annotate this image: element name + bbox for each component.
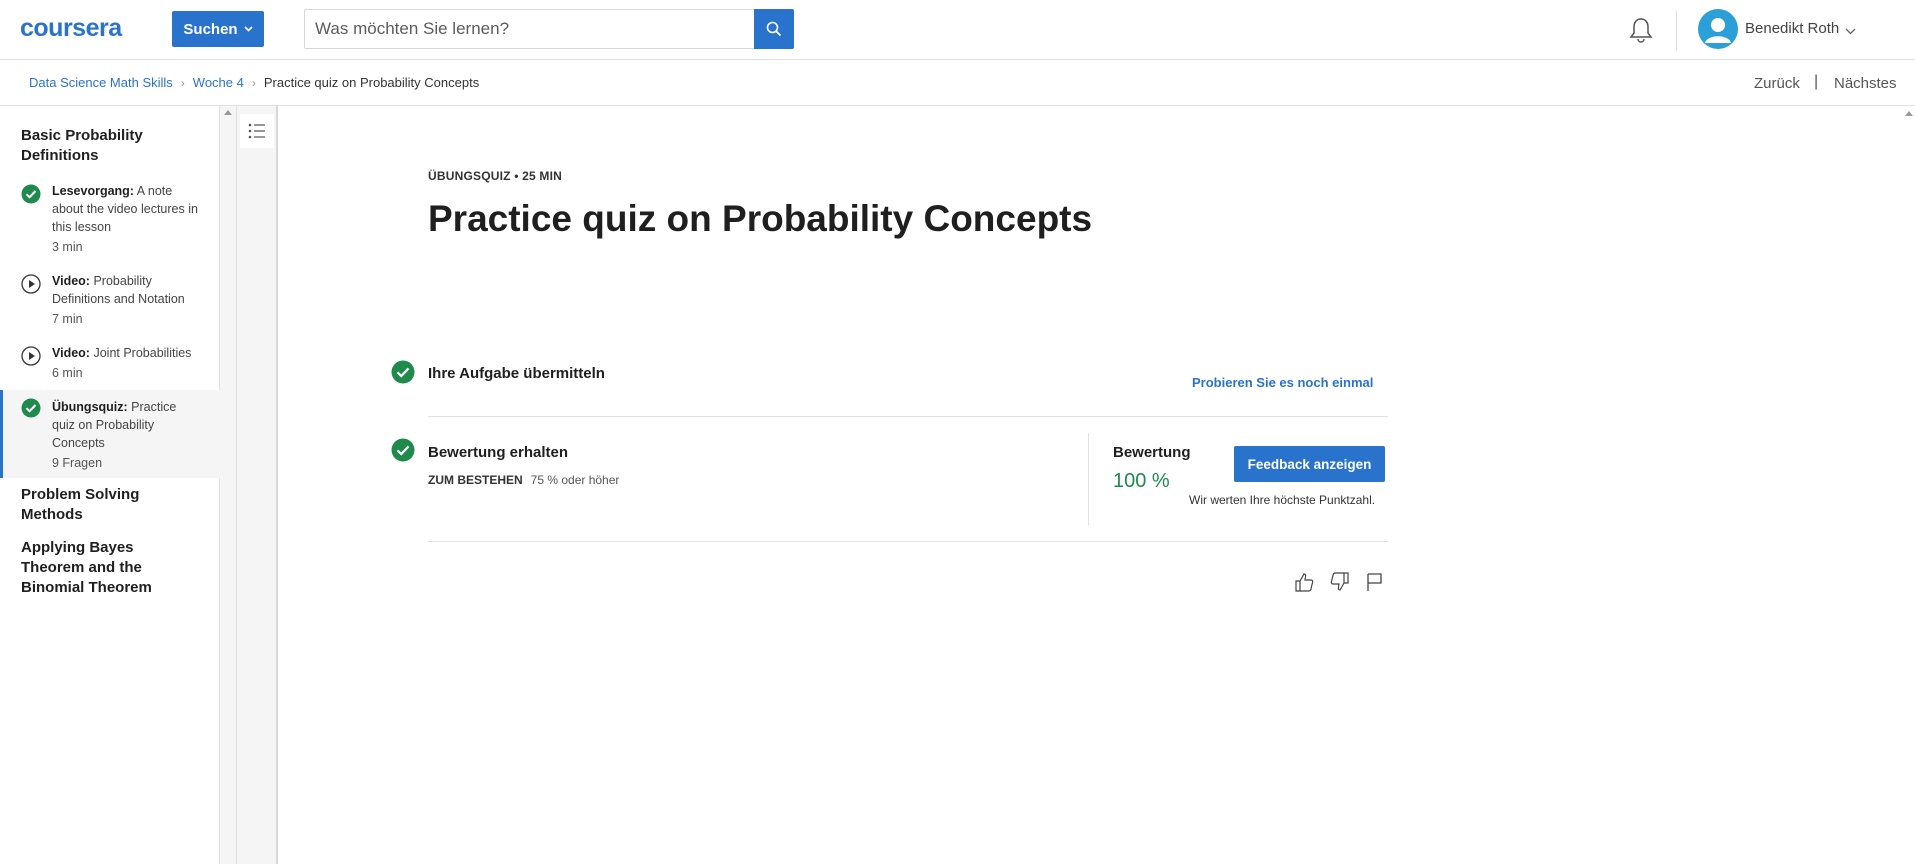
coursera-logo[interactable]: coursera bbox=[20, 14, 122, 43]
breadcrumb-bar: Data Science Math Skills › Woche 4 › Pra… bbox=[0, 60, 1915, 106]
explore-button[interactable]: Suchen bbox=[172, 11, 264, 47]
check-circle-icon bbox=[391, 438, 415, 462]
item-duration: 3 min bbox=[52, 240, 83, 254]
module-title[interactable]: Applying Bayes Theorem and the Binomial … bbox=[21, 538, 201, 598]
breadcrumb: Data Science Math Skills › Woche 4 › Pra… bbox=[29, 75, 479, 90]
breadcrumb-course[interactable]: Data Science Math Skills bbox=[29, 75, 173, 90]
search-icon bbox=[766, 21, 782, 37]
scroll-up-icon[interactable] bbox=[1905, 111, 1913, 116]
item-duration: 9 Fragen bbox=[52, 456, 103, 470]
search-submit-button[interactable] bbox=[754, 9, 794, 49]
module-title[interactable]: Problem Solving Methods bbox=[21, 485, 201, 525]
passing-requirement: ZUM BESTEHEN 75 % oder höher bbox=[428, 473, 619, 487]
user-name[interactable]: Benedikt Roth bbox=[1745, 20, 1839, 37]
item-duration: 6 min bbox=[52, 366, 83, 380]
grade-label: Bewertung bbox=[1113, 444, 1191, 461]
bell-icon[interactable] bbox=[1628, 16, 1654, 44]
grade-step-label: Bewertung erhalten bbox=[428, 444, 569, 461]
retry-link[interactable]: Probieren Sie es noch einmal bbox=[1192, 375, 1373, 390]
page-title: Practice quiz on Probability Concepts bbox=[428, 198, 1093, 239]
item-type: Video: bbox=[52, 274, 90, 288]
sidebar-item-text: Video: Joint Probabilities 6 min bbox=[52, 344, 202, 382]
sidebar-item-video[interactable]: Video: Probability Definitions and Notat… bbox=[0, 272, 220, 326]
divider bbox=[428, 541, 1388, 542]
chevron-down-icon bbox=[244, 24, 253, 35]
top-header: coursera Suchen Benedikt Roth bbox=[0, 0, 1915, 60]
next-button[interactable]: Nächstes bbox=[1834, 75, 1897, 92]
item-type: Übungsquiz: bbox=[52, 400, 128, 414]
toc-toggle-column bbox=[237, 106, 278, 864]
avatar[interactable] bbox=[1698, 9, 1738, 49]
explore-button-label: Suchen bbox=[183, 20, 238, 38]
check-circle-icon bbox=[21, 398, 41, 418]
chevron-down-icon[interactable] bbox=[1845, 22, 1856, 40]
pass-label: ZUM BESTEHEN bbox=[428, 473, 523, 487]
main-scrollbar[interactable] bbox=[1902, 106, 1915, 864]
sidebar-item-video[interactable]: Video: Joint Probabilities 6 min bbox=[0, 344, 220, 380]
chevron-right-icon: › bbox=[180, 75, 185, 90]
breadcrumb-current: Practice quiz on Probability Concepts bbox=[263, 75, 480, 90]
header-divider bbox=[1676, 10, 1677, 50]
nav-separator: | bbox=[1814, 73, 1819, 90]
item-type: Lesevorgang: bbox=[52, 184, 134, 198]
item-type: Video: bbox=[52, 346, 90, 360]
sidebar-item-quiz-active[interactable]: Übungsquiz: Practice quiz on Probability… bbox=[0, 390, 220, 478]
grade-value: 100 % bbox=[1113, 470, 1170, 492]
submit-step-label: Ihre Aufgabe übermitteln bbox=[428, 365, 605, 382]
sidebar-item-text: Lesevorgang: A note about the video lect… bbox=[52, 182, 202, 256]
play-circle-icon bbox=[21, 346, 41, 366]
chevron-right-icon: › bbox=[251, 75, 256, 90]
flag-icon[interactable] bbox=[1364, 571, 1386, 593]
play-circle-icon bbox=[21, 274, 41, 294]
check-circle-icon bbox=[21, 184, 41, 204]
pass-value: 75 % oder höher bbox=[530, 473, 620, 487]
previous-button[interactable]: Zurück bbox=[1754, 75, 1800, 92]
thumbs-down-icon[interactable] bbox=[1329, 571, 1351, 593]
view-feedback-button[interactable]: Feedback anzeigen bbox=[1234, 446, 1385, 482]
item-title: Joint Probabilities bbox=[93, 346, 192, 360]
search-input[interactable] bbox=[305, 10, 755, 48]
divider bbox=[428, 416, 1388, 417]
vertical-divider bbox=[1088, 433, 1089, 525]
item-duration: 7 min bbox=[52, 312, 83, 326]
grade-note: Wir werten Ihre höchste Punktzahl. bbox=[1189, 493, 1376, 507]
sidebar-item-text: Übungsquiz: Practice quiz on Probability… bbox=[52, 398, 202, 472]
quiz-eyebrow: ÜBUNGSQUIZ • 25 MIN bbox=[428, 169, 563, 183]
breadcrumb-week[interactable]: Woche 4 bbox=[193, 75, 244, 90]
module-title[interactable]: Basic Probability Definitions bbox=[21, 126, 201, 166]
scroll-up-icon[interactable] bbox=[224, 110, 232, 115]
thumbs-up-icon[interactable] bbox=[1293, 571, 1315, 593]
sidebar-item-reading[interactable]: Lesevorgang: A note about the video lect… bbox=[0, 182, 220, 254]
toc-toggle-button[interactable] bbox=[240, 114, 274, 148]
sidebar-item-text: Video: Probability Definitions and Notat… bbox=[52, 272, 202, 328]
course-sidebar: Basic Probability Definitions Lesevorgan… bbox=[0, 106, 220, 864]
search-box bbox=[304, 9, 794, 49]
check-circle-icon bbox=[391, 360, 415, 384]
sidebar-scrollbar[interactable] bbox=[220, 106, 237, 864]
list-icon bbox=[248, 123, 265, 139]
